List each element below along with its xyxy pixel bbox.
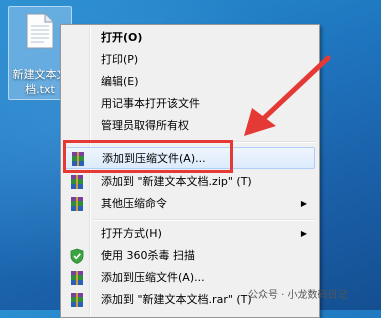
menu-item-label: 添加到压缩文件(A)... [101,271,205,284]
submenu-arrow-icon: ▶ [300,229,307,238]
menu-item-print[interactable]: 打印(P) [63,49,315,71]
menu-item-label: 管理员取得所有权 [101,119,189,132]
text-file-icon [26,13,54,49]
menu-item-take-ownership[interactable]: 管理员取得所有权 [63,115,315,137]
menu-separator [93,219,315,221]
watermark: 公众号 · 小龙数码日记 [248,290,348,301]
submenu-arrow-icon: ▶ [300,199,307,208]
menu-item-label: 用记事本打开该文件 [101,97,200,110]
menu-item-label: 使用 360杀毒 扫描 [101,249,195,262]
menu-item-open-with-notepad[interactable]: 用记事本打开该文件 [63,93,315,115]
menu-item-label: 添加到 "新建文本文档.rar" (T) [101,293,252,306]
menu-item-label: 打开方式(H) [101,227,162,240]
winrar-icon [71,175,83,189]
menu-item-label: 添加到 "新建文本文档.zip" (T) [101,175,252,188]
menu-item-label: 打印(P) [101,53,139,66]
winrar-icon [71,293,83,307]
menu-item-label: 打开(O) [101,31,143,44]
menu-item-add-to-zip[interactable]: 添加到 "新建文本文档.zip" (T) [63,171,315,193]
winrar-icon [71,271,83,285]
menu-item-other-compress-commands[interactable]: 其他压缩命令 ▶ [63,193,315,215]
menu-item-360-scan[interactable]: 使用 360杀毒 扫描 [63,245,315,267]
menu-item-open-with[interactable]: 打开方式(H) ▶ [63,223,315,245]
menu-item-label: 其他压缩命令 [101,197,167,210]
360-shield-icon [70,248,84,264]
winrar-icon [71,197,83,211]
menu-item-label: 编辑(E) [101,75,139,88]
menu-item-edit[interactable]: 编辑(E) [63,71,315,93]
menu-item-open[interactable]: 打开(O) [63,27,315,49]
annotation-highlight-box [63,140,233,173]
